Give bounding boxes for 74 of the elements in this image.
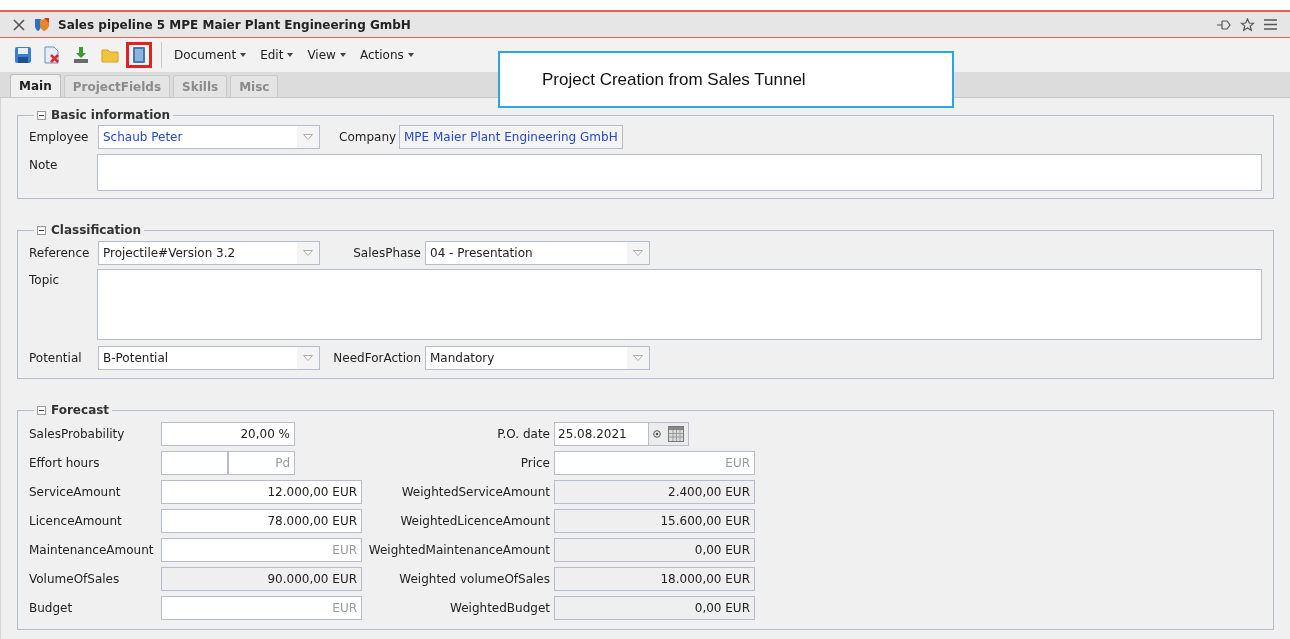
field-label: Reference bbox=[29, 244, 91, 262]
field-label: Note bbox=[29, 157, 59, 174]
input-field[interactable]: 90.000,00 EUR bbox=[161, 566, 362, 591]
delete-document-icon bbox=[43, 46, 61, 64]
field-label: LicenceAmount bbox=[29, 512, 123, 530]
field-label: NeedForAction bbox=[332, 349, 422, 367]
dropdown-field[interactable]: 04 - Presentation bbox=[425, 240, 650, 265]
input-field[interactable] bbox=[161, 450, 228, 475]
close-icon[interactable] bbox=[12, 17, 26, 32]
caret-icon bbox=[287, 53, 294, 57]
dropdown-field[interactable]: Mandatory bbox=[425, 345, 650, 370]
field-label: ServiceAmount bbox=[29, 483, 122, 501]
section-title: Forecast bbox=[51, 402, 110, 419]
collapse-icon[interactable] bbox=[37, 405, 46, 415]
dropdown-field[interactable]: Projectile#Version 3.2 bbox=[98, 240, 320, 265]
section-title: Classification bbox=[51, 222, 142, 239]
input-field[interactable]: 0,00 EUR bbox=[554, 537, 755, 562]
dropdown-arrow-icon bbox=[633, 354, 643, 361]
menu-button[interactable]: Edit bbox=[256, 46, 298, 64]
input-field[interactable]: 78.000,00 EUR bbox=[161, 508, 362, 533]
field-label: Price bbox=[519, 454, 551, 472]
input-field[interactable]: 0,00 EUR bbox=[554, 595, 755, 620]
calendar-icon[interactable] bbox=[668, 425, 685, 442]
shield-logo-icon bbox=[34, 17, 50, 32]
dropdown-arrow-icon bbox=[633, 249, 643, 256]
input-field[interactable]: 2.400,00 EUR bbox=[554, 479, 755, 504]
dropdown-arrow-icon bbox=[303, 249, 313, 256]
field-label: WeightedServiceAmount bbox=[400, 483, 551, 501]
book-icon bbox=[130, 46, 148, 64]
field-label: VolumeOfSales bbox=[29, 570, 121, 588]
field-label: WeightedBudget bbox=[449, 599, 551, 617]
menu-icon[interactable] bbox=[1263, 18, 1278, 31]
star-icon[interactable] bbox=[1240, 17, 1255, 32]
book-icon-button[interactable] bbox=[126, 42, 152, 68]
company-field[interactable]: MPE Maier Plant Engineering GmbH bbox=[399, 125, 623, 149]
field-label: Topic bbox=[29, 272, 61, 289]
field-label: Effort hours bbox=[29, 454, 101, 472]
save-icon bbox=[14, 46, 32, 64]
caret-icon bbox=[339, 53, 346, 57]
input-field[interactable]: 12.000,00 EUR bbox=[161, 479, 362, 504]
collapse-icon[interactable] bbox=[37, 110, 46, 120]
tab[interactable]: Main bbox=[10, 74, 61, 97]
input-field[interactable]: 18.000,00 EUR bbox=[554, 566, 755, 591]
dropdown-field[interactable]: Schaub Peter bbox=[98, 125, 320, 149]
input-field[interactable]: 25.08.2021 bbox=[554, 421, 649, 446]
field-label: MaintenanceAmount bbox=[29, 541, 155, 559]
window-title: Sales pipeline 5 MPE Maier Plant Engineering GmbH bbox=[58, 16, 411, 34]
input-field[interactable]: 15.600,00 EUR bbox=[554, 508, 755, 533]
clear-icon[interactable] bbox=[652, 429, 661, 438]
callout-text: Project Creation from Sales Tunnel bbox=[542, 68, 806, 91]
section-title: Basic information bbox=[51, 107, 171, 124]
dropdown-field[interactable]: B-Potential bbox=[98, 345, 320, 370]
menu-button[interactable]: View bbox=[303, 46, 350, 64]
field-label: SalesProbability bbox=[29, 425, 126, 443]
field-label: Weighted volumeOfSales bbox=[398, 570, 551, 588]
download-arrow-icon bbox=[72, 46, 90, 64]
dropdown-arrow-icon bbox=[303, 134, 313, 140]
field-label: Employee bbox=[29, 129, 90, 146]
caret-icon bbox=[407, 53, 414, 57]
field-label: SalesPhase bbox=[352, 244, 422, 262]
menu-button[interactable]: Document bbox=[170, 46, 251, 64]
field-label: Budget bbox=[29, 599, 74, 617]
field-label: WeightedMaintenanceAmount bbox=[367, 541, 551, 559]
folder-icon bbox=[101, 46, 119, 64]
input-field[interactable]: 20,00 % bbox=[161, 421, 295, 446]
dropdown-arrow-icon bbox=[303, 354, 313, 361]
pin-icon[interactable] bbox=[1216, 17, 1232, 32]
caret-icon bbox=[240, 53, 247, 57]
field-label: Potential bbox=[29, 349, 83, 367]
field-label: P.O. date bbox=[496, 425, 551, 443]
field-label: WeightedLicenceAmount bbox=[399, 512, 551, 530]
menu-button[interactable]: Actions bbox=[355, 46, 418, 64]
collapse-icon[interactable] bbox=[37, 225, 46, 235]
field-label: Company bbox=[339, 129, 398, 146]
